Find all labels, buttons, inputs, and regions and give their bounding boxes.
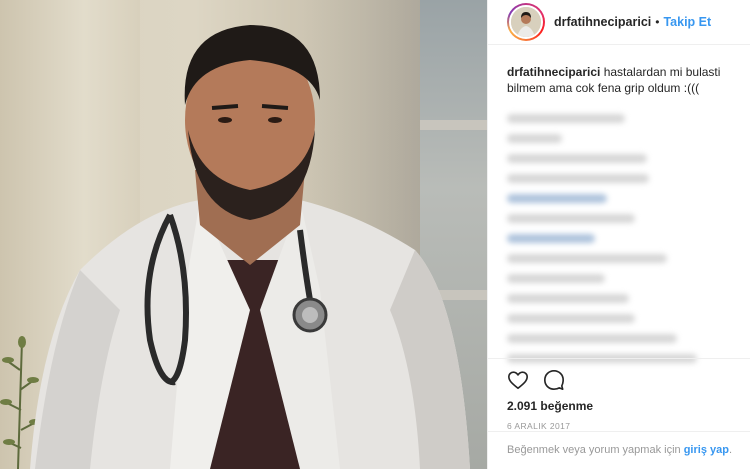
login-prompt: Beğenmek veya yorum yapmak için giriş ya…: [488, 431, 750, 469]
post-actions: 2.091 beğenme 6 ARALIK 2017: [488, 358, 750, 431]
header-username[interactable]: drfatihneciparici: [554, 15, 651, 29]
blurred-comment-line: [507, 134, 562, 143]
comments-section: drfatihneciparici hastalardan mi bulasti…: [507, 64, 742, 374]
post-photo[interactable]: [0, 0, 487, 469]
comment-icon[interactable]: [543, 369, 565, 391]
action-icons: [507, 367, 732, 393]
blurred-comments: [507, 114, 742, 363]
blurred-comment-line: [507, 334, 677, 343]
post-caption: drfatihneciparici hastalardan mi bulasti…: [507, 64, 742, 96]
blurred-comment-line: [507, 314, 635, 323]
blurred-comment-line: [507, 114, 625, 123]
follow-button[interactable]: Takip Et: [663, 15, 711, 29]
login-prompt-end: .: [728, 444, 733, 456]
blurred-comment-line: [507, 254, 667, 263]
header-separator: •: [655, 15, 660, 29]
login-prompt-text: Beğenmek veya yorum yapmak için: [507, 444, 681, 456]
avatar-image: [509, 5, 543, 39]
avatar-illustration: [511, 7, 541, 37]
post-date: 6 ARALIK 2017: [507, 421, 571, 431]
blurred-comment-line: [507, 154, 647, 163]
blurred-comment-line: [507, 174, 649, 183]
blurred-comment-line: [507, 194, 607, 203]
caption-username[interactable]: drfatihneciparici: [507, 65, 600, 79]
post-side-panel: drfatihneciparici • Takip Et drfatihneci…: [487, 0, 750, 469]
doctor-illustration: [30, 25, 470, 469]
likes-count[interactable]: 2.091 beğenme: [507, 399, 732, 413]
blurred-comment-line: [507, 214, 635, 223]
blurred-comment-line: [507, 234, 595, 243]
blurred-comment-line: [507, 274, 605, 283]
avatar[interactable]: [507, 3, 545, 41]
blurred-comment-line: [507, 294, 629, 303]
login-link[interactable]: giriş yap: [684, 444, 729, 456]
post-header: drfatihneciparici • Takip Et: [488, 0, 750, 45]
heart-icon[interactable]: [507, 369, 529, 391]
